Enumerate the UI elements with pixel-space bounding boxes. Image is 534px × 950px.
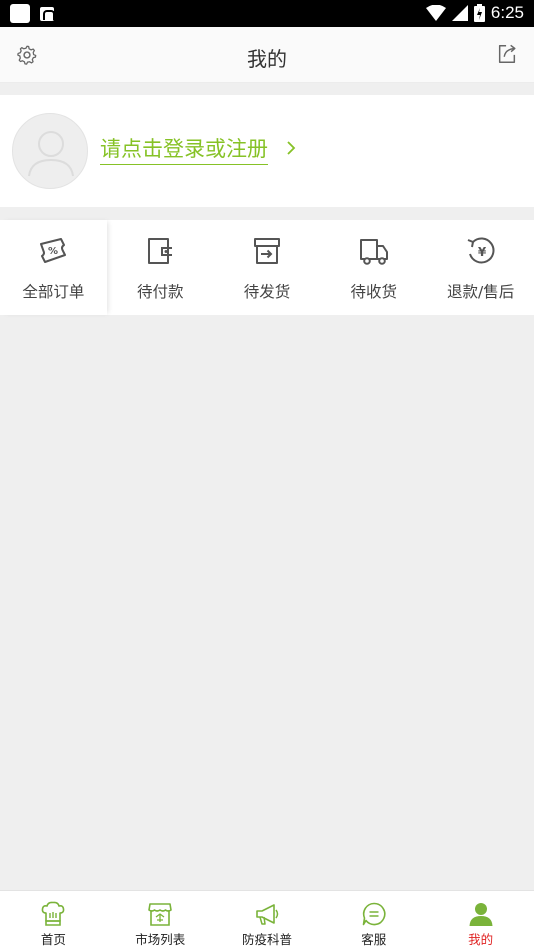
svg-text:¥: ¥ — [477, 245, 486, 259]
notification-icons — [10, 4, 55, 23]
truck-icon — [359, 239, 388, 265]
default-avatar-icon — [28, 131, 74, 177]
order-label: 退款/售后 — [446, 283, 515, 301]
home-icon — [42, 901, 65, 926]
nav-label: 客服 — [361, 932, 387, 947]
nav-market-list[interactable]: 市场列表 — [107, 891, 214, 950]
nav-label: 首页 — [40, 932, 66, 947]
box-icon — [253, 238, 280, 264]
status-bar: 6:25 — [0, 0, 534, 27]
avatar[interactable] — [12, 113, 88, 189]
chevron-right-icon[interactable] — [285, 139, 297, 157]
login-card[interactable]: 请点击登录或注册 — [0, 95, 534, 207]
pending-payment-button[interactable]: 待付款 — [107, 220, 214, 315]
order-label: 待付款 — [136, 283, 184, 301]
status-indicators: 6:25 — [425, 3, 524, 23]
order-label: 全部订单 — [22, 283, 85, 301]
wallet-icon — [148, 238, 173, 264]
wifi-icon — [425, 5, 446, 21]
login-register-link[interactable]: 请点击登录或注册 — [100, 135, 268, 165]
market-icon — [148, 903, 172, 926]
coupon-icon: % — [40, 238, 67, 263]
nav-label: 市场列表 — [135, 932, 186, 947]
order-all-button[interactable]: % 全部订单 — [0, 220, 107, 315]
pending-receipt-button[interactable]: 待收货 — [320, 220, 427, 315]
svg-text:%: % — [48, 246, 58, 257]
order-label: 待收货 — [350, 283, 398, 301]
page-header: 我的 — [0, 27, 534, 83]
user-icon — [469, 903, 493, 926]
chat-icon — [362, 902, 386, 926]
signal-icon — [451, 5, 468, 21]
megaphone-icon — [256, 904, 279, 925]
nav-label: 我的 — [468, 932, 494, 947]
nav-mine[interactable]: 我的 — [427, 891, 534, 950]
page-title: 我的 — [247, 47, 287, 71]
battery-icon — [473, 4, 485, 22]
pending-shipment-button[interactable]: 待发货 — [214, 220, 321, 315]
app-notification-icon — [10, 4, 30, 23]
nav-label: 防疫科普 — [241, 932, 292, 947]
order-label: 待发货 — [243, 283, 291, 301]
nav-customer-service[interactable]: 客服 — [320, 891, 427, 950]
nav-home[interactable]: 首页 — [0, 891, 107, 950]
order-shortcuts: % 全部订单 待付款 待发货 待收货 ¥ 退款/售后 — [0, 220, 534, 315]
bottom-navigation: 首页 市场列表 防疫科普 客服 我的 — [0, 890, 534, 950]
keyboard-notification-icon — [40, 6, 55, 21]
nav-epidemic-science[interactable]: 防疫科普 — [214, 891, 321, 950]
clock: 6:25 — [490, 3, 524, 22]
share-icon[interactable] — [496, 43, 518, 65]
refund-aftersales-button[interactable]: ¥ 退款/售后 — [427, 220, 534, 315]
refund-icon: ¥ — [467, 237, 495, 264]
